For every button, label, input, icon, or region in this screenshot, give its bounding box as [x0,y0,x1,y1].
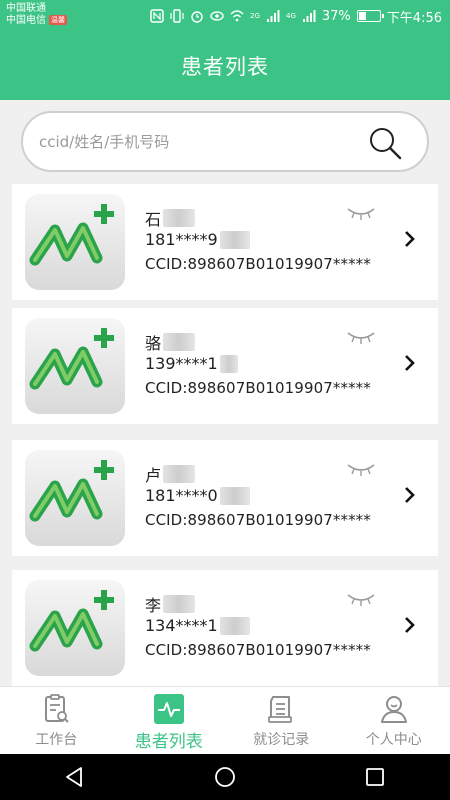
redacted-phone-mask [219,230,250,249]
page-title: 患者列表 [181,55,269,79]
patient-ccid: CCID:898607B01019907***** [145,641,371,659]
patient-card[interactable]: 李 134****1 CCID:898607B01019907***** [12,570,438,686]
eye-comfort-icon [210,11,224,21]
system-nav-bar [0,754,450,800]
status-bar: 中国联通 中国电信 温馨 2G 4G 37% 下午4:56 [0,0,450,32]
nav-item-patient-list[interactable]: 患者列表 [113,687,226,754]
back-triangle-icon[interactable] [63,765,87,789]
nav-label-workbench: 工作台 [35,732,78,748]
patient-card[interactable]: 石 181****9 CCID:898607B01019907***** [12,184,438,300]
home-circle-icon[interactable] [213,765,237,789]
search-icon[interactable] [367,125,403,161]
patient-name: 卢 [145,466,162,485]
carrier-info: 中国联通 中国电信 温馨 [6,3,67,27]
user-icon [380,696,407,723]
patient-phone: 139****1 [145,354,218,373]
app-logo-icon [25,450,125,546]
nav-label-patient-list: 患者列表 [134,732,203,752]
battery-percent: 37% [321,8,351,24]
patient-name: 李 [145,596,162,615]
patient-ccid: CCID:898607B01019907***** [145,511,371,529]
app-logo-icon [25,580,125,676]
carrier-1: 中国联通 [6,3,46,14]
vibrate-icon [170,9,184,23]
redacted-name-mask [163,209,196,227]
battery-icon [356,10,384,22]
clipboard-search-icon [45,694,69,723]
redacted-name-mask [163,465,196,483]
eye-closed-icon[interactable] [346,592,376,606]
network-4g-label: 4G [286,12,296,20]
nav-label-profile: 个人中心 [365,732,422,748]
app-header: 患者列表 [0,32,450,100]
battery-fill [358,12,366,20]
recents-square-icon[interactable] [363,765,387,789]
wifi-icon [230,10,244,22]
patient-ccid: CCID:898607B01019907***** [145,379,371,397]
network-2g-label: 2G [250,12,260,20]
search-box[interactable] [21,111,429,172]
chevron-right-icon[interactable] [404,616,416,634]
redacted-name-mask [163,595,196,613]
eye-closed-icon[interactable] [346,206,376,220]
nav-label-visit-records: 就诊记录 [253,732,310,748]
nav-item-visit-records[interactable]: 就诊记录 [225,687,338,754]
chevron-right-icon[interactable] [404,354,416,372]
nav-item-profile[interactable]: 个人中心 [338,687,450,754]
nfc-icon [150,9,164,23]
patient-phone: 134****1 [145,616,218,635]
eye-closed-icon[interactable] [346,462,376,476]
nav-item-workbench[interactable]: 工作台 [0,687,113,754]
patient-card[interactable]: 骆 139****1 CCID:898607B01019907***** [12,308,438,424]
status-time: 下午4:56 [386,10,442,26]
carrier-badge: 温馨 [49,15,67,25]
alarm-icon [191,11,203,23]
app-logo-icon [25,194,125,290]
bottom-nav: 工作台 患者列表 就诊记录 个人中心 [0,686,450,754]
pulse-icon [153,694,184,724]
document-list-icon [268,696,293,723]
patient-phone: 181****0 [145,486,218,505]
patient-phone: 181****9 [145,230,218,249]
signal-icon-2 [302,10,316,22]
chevron-right-icon[interactable] [404,486,416,504]
patient-name: 石 [145,210,162,229]
search-area [0,100,450,184]
app-logo-icon [25,318,125,414]
redacted-phone-mask [219,354,238,373]
redacted-name-mask [163,333,196,351]
signal-icon [267,10,280,22]
chevron-right-icon[interactable] [404,230,416,248]
patient-name: 骆 [145,334,162,353]
redacted-phone-mask [219,616,250,635]
patient-ccid: CCID:898607B01019907***** [145,255,371,273]
patient-card[interactable]: 卢 181****0 CCID:898607B01019907***** [12,440,438,556]
patient-list: 石 181****9 CCID:898607B01019907***** 骆 1… [0,184,450,686]
redacted-phone-mask [219,486,250,505]
eye-closed-icon[interactable] [346,330,376,344]
carrier-2: 中国电信 [6,15,46,26]
search-input[interactable] [39,127,349,157]
